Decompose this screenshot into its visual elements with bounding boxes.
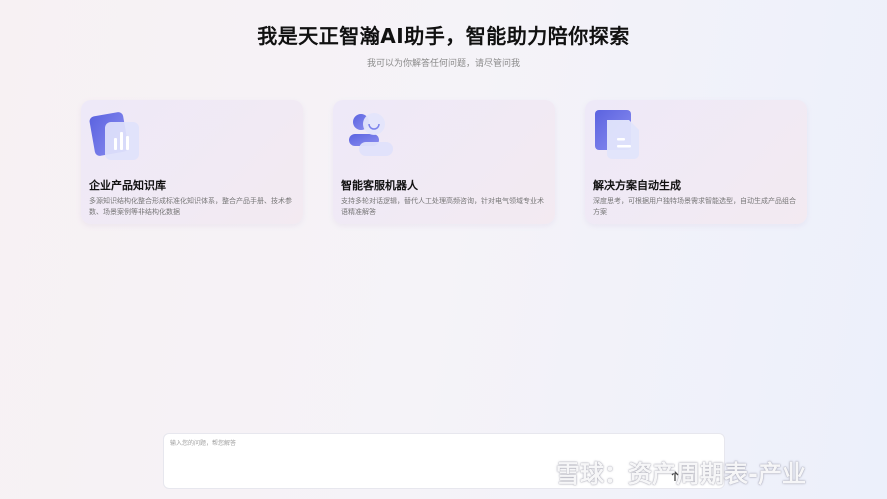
card-title: 企业产品知识库 <box>89 179 166 192</box>
card-title: 解决方案自动生成 <box>593 179 681 192</box>
input-placeholder: 输入您的问题，帮您解答 <box>170 440 237 447</box>
card-description: 多源知识结构化整合形成标准化知识体系，整合产品手册、技术参数、场景案例等非结构化… <box>89 197 292 216</box>
chart-document-icon <box>89 110 143 162</box>
document-icon <box>593 110 647 162</box>
page-subtitle: 我可以为你解答任何问题，请尽管问我 <box>366 59 520 69</box>
card-description: 支持多轮对话逻辑，替代人工处理高频咨询，针对电气领域专业术语精准解答 <box>341 197 544 216</box>
card-description: 深度思考，可根据用户独特场景需求智能选型，自动生成产品组合方案 <box>593 197 796 216</box>
robot-avatar-icon <box>341 110 395 162</box>
card-solution-generator[interactable]: 解决方案自动生成 深度思考，可根据用户独特场景需求智能选型，自动生成产品组合方案 <box>585 100 807 224</box>
page-title: 我是天正智瀚AI助手，智能助力陪你探索 <box>257 24 630 48</box>
card-customer-service[interactable]: 智能客服机器人 支持多轮对话逻辑，替代人工处理高频咨询，针对电气领域专业术语精准… <box>333 100 555 224</box>
card-knowledge-base[interactable]: 企业产品知识库 多源知识结构化整合形成标准化知识体系，整合产品手册、技术参数、场… <box>81 100 303 224</box>
card-title: 智能客服机器人 <box>341 179 418 192</box>
watermark-text: 雪球：资产周期表-产业 <box>556 460 806 488</box>
